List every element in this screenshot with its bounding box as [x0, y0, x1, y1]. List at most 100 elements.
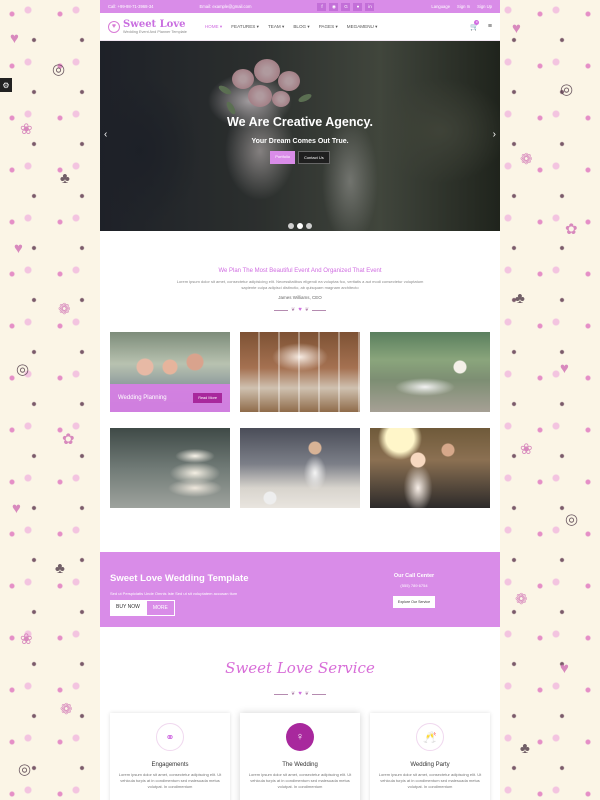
gallery-grid: Wedding Planning Read More [110, 332, 500, 508]
service-card-wedding[interactable]: ♀ The Wedding Lorem ipsum dolor sit amet… [240, 713, 360, 800]
buy-now-button[interactable]: BUY NOW [110, 600, 146, 616]
language-link[interactable]: Language [431, 4, 450, 9]
card-text: Lorem ipsum dolor sit amet, consectetur … [378, 772, 482, 789]
hero-title: We Are Creative Agency. [227, 115, 373, 129]
signup-link[interactable]: Sign Up [477, 4, 492, 9]
menu-item-team[interactable]: TEAM ▾ [268, 24, 284, 30]
call-center: Our Call Center (555) 789 6754 Explore O… [380, 573, 448, 608]
menu-item-features[interactable]: FEATURES ▾ [231, 24, 259, 30]
top-bar: Call: +99-98-71-3968-34 Email: example@g… [100, 0, 500, 13]
explore-service-button[interactable]: Explore Our Service [392, 596, 436, 608]
gift-icon: ❀ [20, 121, 33, 138]
cake-icon: ❁ [60, 701, 73, 718]
portfolio-button[interactable]: Portfolio [270, 151, 295, 164]
card-title: The Wedding [282, 762, 318, 768]
logo-title: Sweet Love [123, 18, 186, 30]
menu-item-megamenu[interactable]: MEGAMENU ▾ [347, 24, 378, 30]
intro-author: James Williams, CEO [278, 295, 322, 300]
slider-dots [100, 223, 500, 229]
cake-icon: ❁ [58, 301, 71, 318]
logo-tagline: Wedding Event And Planner Template [123, 29, 187, 34]
facebook-icon[interactable]: f [317, 2, 327, 11]
slider-dot[interactable] [297, 223, 303, 229]
dancer-icon: ♣ [55, 560, 65, 577]
linkedin-icon[interactable]: in [365, 2, 375, 11]
call-center-heading: Our Call Center [393, 573, 435, 579]
heart-icon: ♥ [560, 360, 569, 377]
card-text: Lorem ipsum dolor sit amet, consectetur … [248, 772, 352, 789]
gallery-tile-wedding-planning[interactable]: Wedding Planning Read More [110, 332, 230, 412]
call-center-number: (555) 789 6754 [400, 583, 428, 588]
promo-buttons: BUY NOW MORE [110, 600, 175, 616]
gear-icon: ⚙ [2, 80, 10, 90]
card-title: Engagements [151, 762, 189, 768]
hero-subtitle: Your Dream Comes Out True. [251, 138, 349, 145]
rings-icon: ⚭ [156, 723, 184, 751]
contact-us-button[interactable]: Contact Us [297, 151, 330, 164]
gallery-tile-couple-toast[interactable] [370, 428, 490, 508]
heart-icon: ♥ [14, 240, 23, 257]
dancer-icon: ♣ [515, 290, 525, 307]
heart-icon: ♥ [298, 691, 302, 697]
main-menu: HOME ▾ FEATURES ▾ TEAM ▾ BLOG ▾ PAGES ▾ … [205, 24, 378, 30]
ornament-divider: ❦ ♥ ❦ [100, 691, 500, 697]
ring-icon: ◎ [52, 61, 66, 78]
gift-icon: ❀ [20, 631, 33, 648]
flower-icon: ✿ [62, 431, 75, 448]
couple-icon: ♀ [286, 723, 314, 751]
signin-link[interactable]: Sign In [457, 4, 470, 9]
promo-title: Sweet Love Wedding Template [110, 573, 249, 584]
ring-icon: ◎ [560, 81, 574, 98]
gallery-tile-catering[interactable] [240, 428, 360, 508]
ring-icon: ◎ [565, 511, 579, 528]
cart-count-badge: 0 [474, 19, 480, 25]
cake-icon: ❁ [520, 151, 533, 168]
dancer-icon: ♣ [520, 740, 530, 757]
menu-item-home[interactable]: HOME ▾ [205, 24, 222, 30]
service-card-engagements[interactable]: ⚭ Engagements Lorem ipsum dolor sit amet… [110, 713, 230, 800]
more-button[interactable]: MORE [145, 600, 175, 616]
call-text: Call: +99-98-71-3968-34 [108, 4, 154, 9]
tile-label: Wedding Planning [118, 395, 167, 401]
dancer-icon: ♣ [60, 170, 70, 187]
menu-item-blog[interactable]: BLOG ▾ [293, 24, 309, 30]
slider-dot[interactable] [306, 223, 312, 229]
email-text[interactable]: Email: example@gmail.com [200, 4, 252, 9]
hero-content: We Are Creative Agency. Your Dream Comes… [100, 115, 500, 164]
heart-icon: ♥ [298, 307, 302, 313]
gallery-tile-wedding-car[interactable] [370, 332, 490, 412]
heart-icon: ♥ [512, 20, 521, 37]
dribbble-icon[interactable]: ● [353, 2, 363, 11]
menu-item-pages[interactable]: PAGES ▾ [319, 24, 338, 30]
heart-icon: ♥ [12, 500, 21, 517]
intro-text: Lorem ipsum dolor sit amet, consectetur … [176, 279, 424, 290]
service-cards: ⚭ Engagements Lorem ipsum dolor sit amet… [110, 713, 490, 800]
main-nav: ♥ Sweet Love Wedding Event And Planner T… [100, 13, 500, 41]
heart-icon: ♥ [10, 30, 19, 47]
promo-text: Sed ut Perspiciatis Unde Omnis Iste Sed … [110, 591, 238, 596]
top-links: Language Sign In Sign Up [431, 4, 492, 9]
intro-section: We Plan The Most Beautiful Event And Org… [100, 231, 500, 313]
flower-icon: ✿ [565, 221, 578, 238]
logo[interactable]: ♥ Sweet Love Wedding Event And Planner T… [108, 18, 187, 34]
rss-icon[interactable]: ◉ [329, 2, 339, 11]
google-plus-icon[interactable]: G [341, 2, 351, 11]
settings-toggle[interactable]: ⚙ [0, 78, 12, 92]
gallery-tile-reception[interactable] [240, 332, 360, 412]
service-card-wedding-party[interactable]: 🥂 Wedding Party Lorem ipsum dolor sit am… [370, 713, 490, 800]
card-text: Lorem ipsum dolor sit amet, consectetur … [118, 772, 222, 789]
gallery-tile-wedding-cake[interactable] [110, 428, 230, 508]
card-title: Wedding Party [410, 762, 450, 768]
ring-icon: ◎ [16, 361, 30, 378]
tile-caption: Wedding Planning Read More [110, 384, 230, 412]
menu-icon[interactable]: ≡ [488, 23, 492, 31]
nav-icons: 🛒 0 ≡ [470, 19, 492, 31]
heart-logo-icon: ♥ [108, 20, 120, 33]
cake-icon: ❁ [515, 591, 528, 608]
read-more-button[interactable]: Read More [193, 393, 222, 403]
hero-slider: ‹ › We Are Creative Agency. Your Dream C… [100, 41, 500, 231]
service-title: Sweet Love Service [225, 659, 375, 677]
ornament-divider: ❦ ♥ ❦ [100, 307, 500, 313]
gift-icon: ❀ [520, 441, 533, 458]
slider-dot[interactable] [288, 223, 294, 229]
